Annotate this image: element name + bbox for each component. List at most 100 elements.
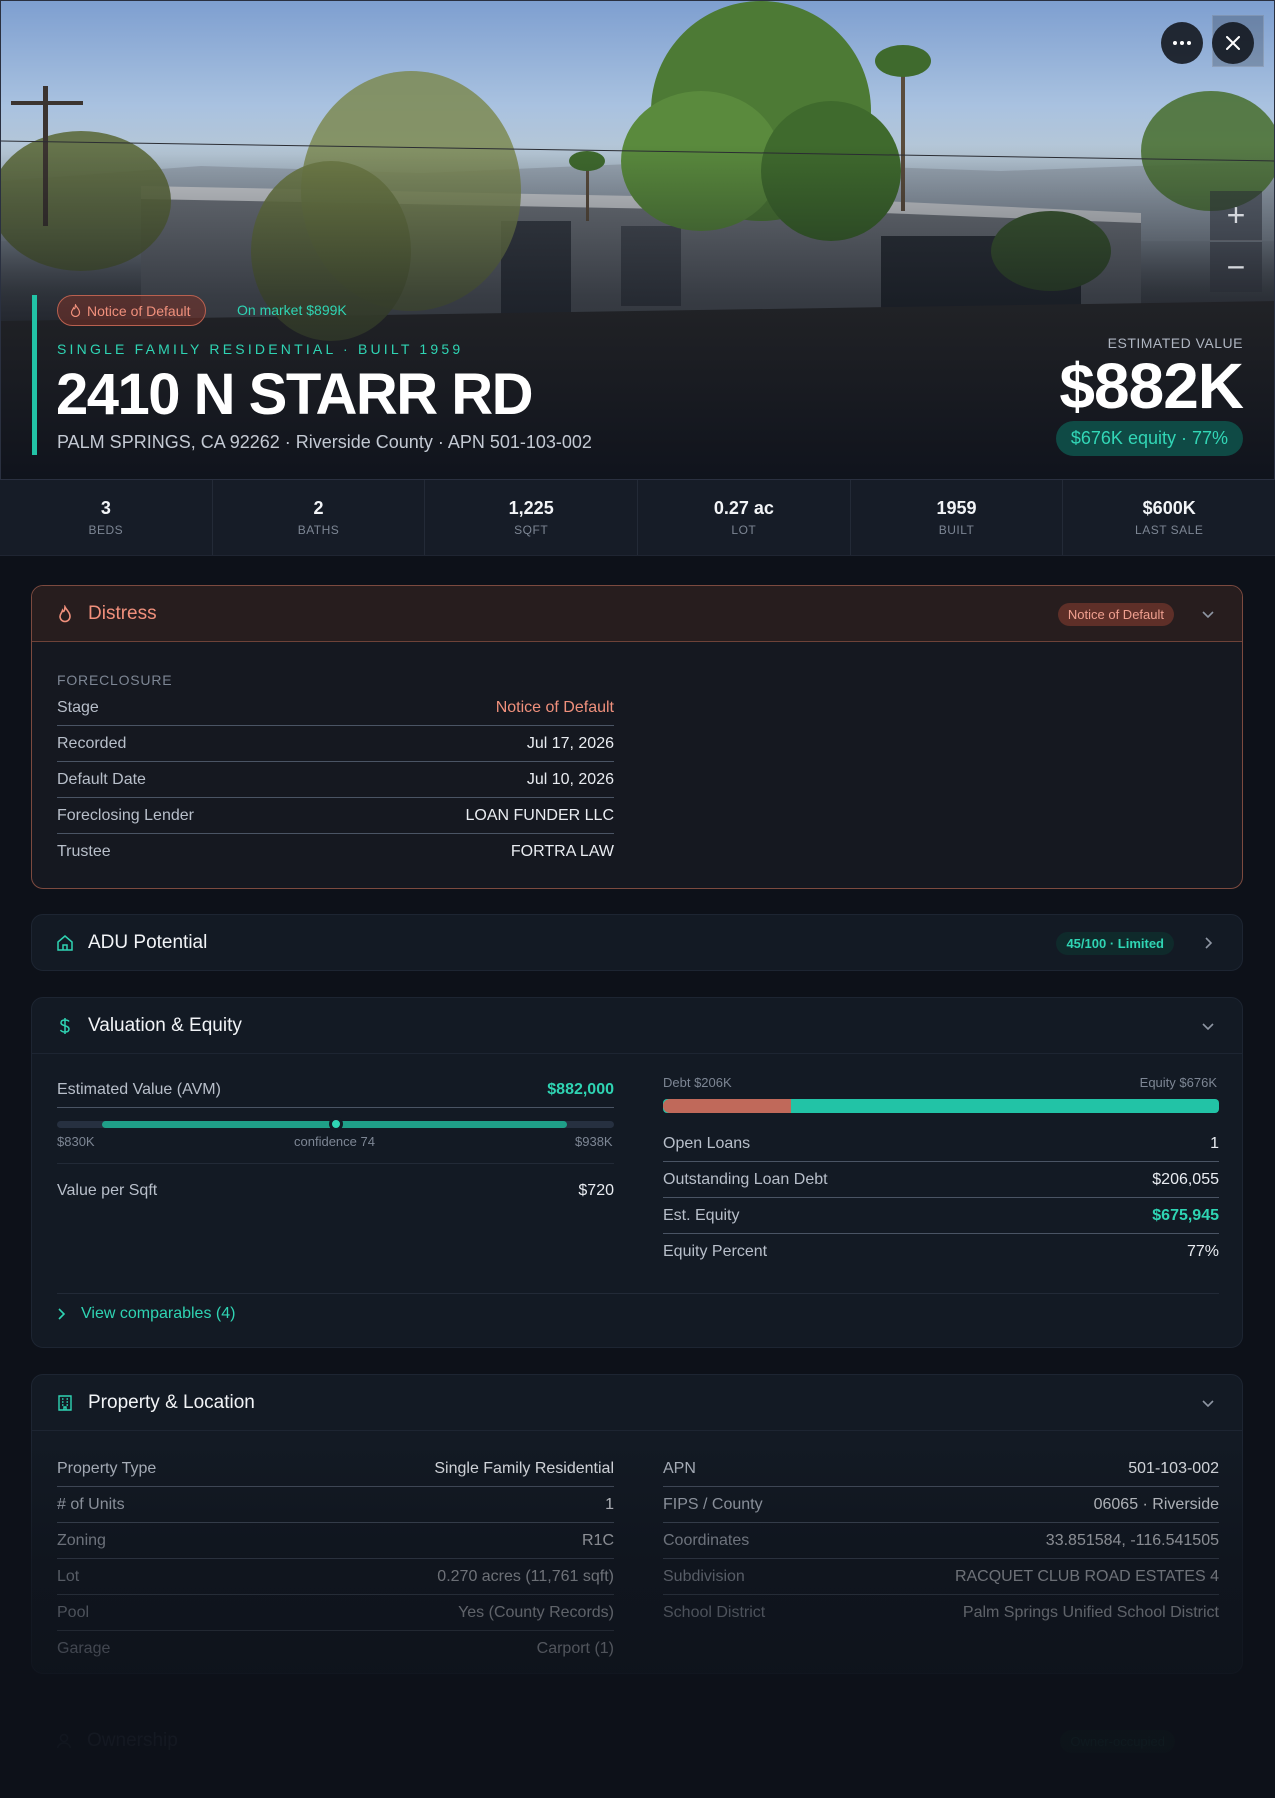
debt-bar-fill: [663, 1099, 791, 1113]
zoom-out-button[interactable]: −: [1210, 242, 1262, 292]
valuation-header[interactable]: Valuation & Equity: [32, 998, 1242, 1054]
chevron-down-icon[interactable]: [1200, 1018, 1216, 1034]
row-key: Foreclosing Lender: [57, 806, 194, 824]
chevron-right-icon[interactable]: [1200, 935, 1216, 951]
range-confidence: confidence 74: [294, 1134, 375, 1149]
property-subtitle: SINGLE FAMILY RESIDENTIAL · BUILT 1959: [57, 341, 464, 357]
estimated-value: $882K: [1059, 350, 1244, 422]
more-options-button[interactable]: [1161, 22, 1203, 64]
row-value: R1C: [581, 1531, 614, 1549]
stat-value: 1959: [936, 498, 977, 518]
row-value: Carport (1): [536, 1640, 614, 1657]
avm-row: Estimated Value (AVM) $882,000: [57, 1072, 614, 1108]
distress-header[interactable]: Distress Notice of Default: [32, 586, 1242, 642]
debt-label: Debt $206K: [663, 1075, 732, 1090]
distress-badge-label: Notice of Default: [87, 302, 191, 319]
row-key: Recorded: [57, 734, 127, 752]
accent-bar: [32, 295, 37, 455]
row-key: Pool: [57, 1603, 90, 1621]
ownership-title: Ownership: [87, 1730, 178, 1751]
property-row: # of Units 1: [57, 1487, 614, 1523]
comparables-label: View comparables (4): [81, 1305, 236, 1322]
chevron-down-icon[interactable]: [1200, 1395, 1216, 1411]
stat-value: 0.27 ac: [713, 498, 774, 518]
property-row: School District Palm Springs Unified Scho…: [663, 1595, 1219, 1631]
row-value: 33.851584, -116.541505: [1045, 1531, 1219, 1549]
loan-row: Outstanding Loan Debt $206,055: [663, 1162, 1219, 1198]
property-location-card: Property & Location Property Type Single …: [31, 1374, 1243, 1674]
stat-built: 1959 BUILT: [851, 480, 1064, 555]
on-market-label: On market $899K: [237, 302, 347, 318]
flame-icon: [59, 604, 71, 622]
row-value: LOAN FUNDER LLC: [465, 806, 614, 824]
property-title: Property & Location: [88, 1391, 255, 1413]
row-key: Subdivision: [663, 1567, 745, 1585]
row-key: Lot: [57, 1567, 80, 1585]
zoom-in-button[interactable]: +: [1210, 191, 1262, 241]
stat-value: 2: [313, 498, 324, 518]
property-row: Coordinates 33.851584, -116.541505: [663, 1523, 1219, 1559]
property-row: Zoning R1C: [57, 1523, 614, 1559]
equity-label: Equity $676K: [1139, 1075, 1217, 1090]
row-key: Default Date: [57, 770, 146, 788]
close-button[interactable]: [1212, 22, 1254, 64]
more-horizontal-icon: [1173, 41, 1191, 45]
stat-baths: 2 BATHS: [213, 480, 426, 555]
row-key: School District: [663, 1604, 766, 1621]
row-value: 77%: [1186, 1243, 1219, 1260]
row-value: Single Family Residential: [434, 1459, 614, 1477]
row-value: $206,055: [1152, 1170, 1219, 1188]
valuation-card: Valuation & Equity Estimated Value (AVM)…: [31, 997, 1243, 1348]
view-comparables-link[interactable]: View comparables (4): [57, 1305, 235, 1323]
foreclosure-row: Stage Notice of Default: [57, 690, 614, 726]
row-key: FIPS / County: [663, 1495, 763, 1513]
ownership-header[interactable]: Ownership Owner-occupied: [31, 1712, 1243, 1770]
property-row: APN 501-103-002: [663, 1451, 1219, 1487]
distress-card: Distress Notice of Default FORECLOSURE S…: [31, 585, 1243, 889]
stats-bar: 3 BEDS 2 BATHS 1,225 SQFT 0.27 ac LOT 1959 BU…: [0, 480, 1275, 556]
row-key: Garage: [57, 1640, 111, 1657]
stat-beds: 3 BEDS: [0, 480, 213, 555]
row-value: $675,945: [1152, 1206, 1219, 1224]
property-address: 2410 N STARR RD: [56, 362, 534, 427]
stat-value: 3: [100, 498, 111, 518]
row-value: RACQUET CLUB ROAD ESTATES 4: [954, 1567, 1219, 1585]
property-row: Subdivision RACQUET CLUB ROAD ESTATES 4: [663, 1559, 1219, 1595]
row-value: 1: [605, 1495, 614, 1513]
row-key: # of Units: [57, 1495, 125, 1513]
property-header[interactable]: Property & Location: [32, 1375, 1242, 1431]
row-value: Yes (County Records): [458, 1603, 614, 1621]
row-value: 501-103-002: [1128, 1459, 1219, 1477]
avm-value: $882,000: [547, 1080, 614, 1098]
row-key: Open Loans: [663, 1134, 751, 1152]
adu-header[interactable]: ADU Potential 45/100 · Limited: [32, 915, 1242, 970]
stat-label: SQFT: [514, 523, 549, 537]
row-key: Property Type: [57, 1459, 157, 1477]
avm-label: Estimated Value (AVM): [57, 1080, 221, 1098]
foreclosure-label: FORECLOSURE: [57, 672, 173, 688]
foreclosure-row: Trustee FORTRA LAW: [57, 834, 614, 870]
stat-label: LOT: [731, 523, 757, 537]
row-key: Outstanding Loan Debt: [663, 1170, 828, 1188]
value-per-sqft-row: Value per Sqft $720: [57, 1173, 614, 1209]
row-key: Stage: [57, 698, 99, 716]
divider: [57, 1163, 614, 1164]
property-row: Pool Yes (County Records): [57, 1595, 614, 1631]
foreclosure-row: Default Date Jul 10, 2026: [57, 762, 614, 798]
equity-pill: $676K equity · 77%: [1055, 421, 1243, 456]
adu-score-tag: 45/100 · Limited: [1056, 932, 1174, 955]
row-key: Value per Sqft: [57, 1182, 158, 1199]
row-value: Jul 17, 2026: [526, 734, 614, 752]
property-row: Property Type Single Family Residential: [57, 1451, 614, 1487]
adu-potential-card[interactable]: ADU Potential 45/100 · Limited: [31, 914, 1243, 971]
stat-sqft: 1,225 SQFT: [425, 480, 639, 555]
stat-value: $600K: [1142, 498, 1196, 518]
stat-value: 1,225: [508, 498, 554, 518]
loan-row: Open Loans 1: [663, 1126, 1219, 1162]
flame-icon: [70, 304, 81, 317]
chevron-down-icon[interactable]: [1200, 606, 1216, 622]
distress-status-tag: Notice of Default: [1057, 603, 1174, 626]
user-icon: [56, 1733, 72, 1749]
row-value: 0.270 acres (11,761 sqft): [437, 1567, 614, 1585]
chevron-right-icon: [58, 1308, 66, 1320]
